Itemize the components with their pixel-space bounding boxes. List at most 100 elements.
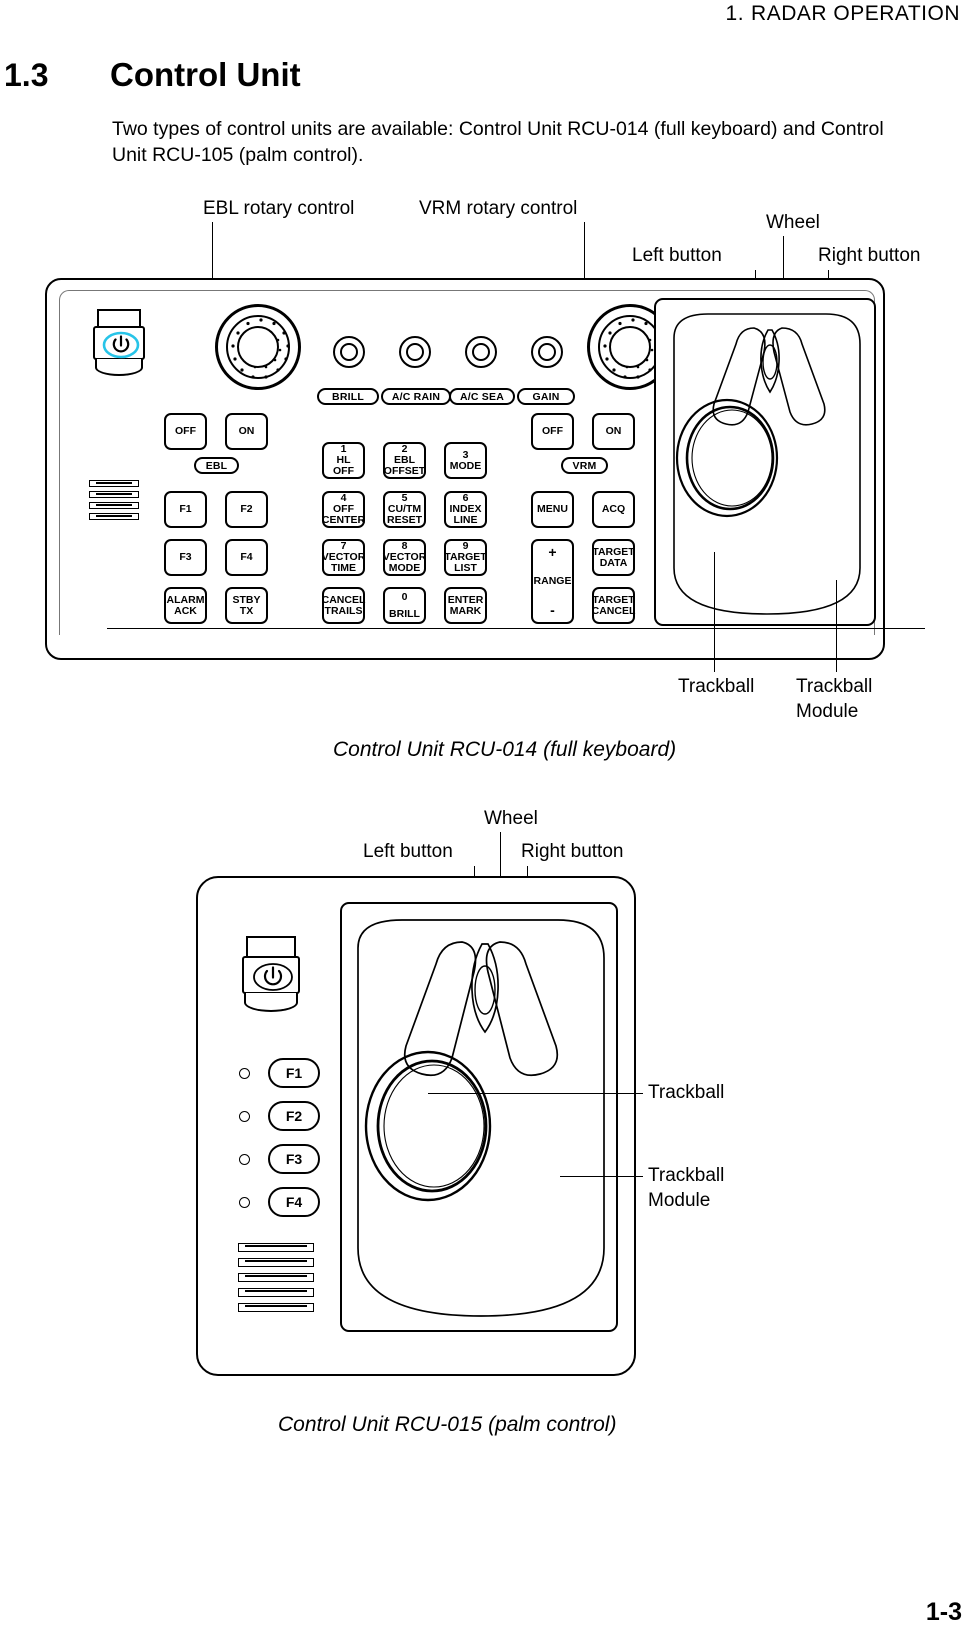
f2-label-fig2: F2: [285, 1108, 303, 1124]
key-6-index-line[interactable]: 6 INDEX LINE: [444, 491, 487, 528]
target-data-line1: TARGET: [592, 545, 635, 558]
key-cancel-trails-line1: CANCEL: [321, 593, 366, 606]
key-3-line1: MODE: [449, 459, 482, 472]
key-cancel-trails-line2: TRAILS: [324, 604, 363, 617]
f2-button[interactable]: F2: [225, 491, 268, 528]
key-3-mode[interactable]: 3 MODE: [444, 442, 487, 479]
section-number: 1.3: [4, 57, 49, 93]
key-8-line2: MODE: [388, 561, 421, 574]
ac-sea-knob[interactable]: [465, 336, 497, 368]
key-0-number: 0: [401, 590, 408, 603]
callout-ebl-rotary: EBL rotary control: [203, 198, 355, 219]
key-5-cutm-reset[interactable]: 5 CU/TM RESET: [383, 491, 426, 528]
f2-button-fig2[interactable]: F2: [268, 1101, 320, 1131]
key-4-line2: CENTER: [321, 513, 366, 526]
key-cancel-trails[interactable]: CANCEL TRAILS: [322, 587, 365, 624]
ac-rain-knob[interactable]: [399, 336, 431, 368]
f1-button-fig2[interactable]: F1: [268, 1058, 320, 1088]
f1-button[interactable]: F1: [164, 491, 207, 528]
menu-button[interactable]: MENU: [531, 491, 574, 528]
key-2-line2: OFFSET: [383, 464, 426, 477]
vrm-on-button[interactable]: ON: [592, 413, 635, 450]
trackball-sphere: [685, 405, 775, 511]
leader-line-trackball-module-fig2: [560, 1176, 643, 1177]
key-9-target-list[interactable]: 9 TARGET LIST: [444, 539, 487, 576]
rcu-014-base-edge: [107, 628, 925, 629]
gain-knob[interactable]: [531, 336, 563, 368]
f4-led: [239, 1197, 250, 1208]
key-enter-mark-line2: MARK: [449, 604, 482, 617]
right-button-shape: [772, 327, 826, 426]
figure2-caption: Control Unit RCU-015 (palm control): [278, 1413, 617, 1436]
key-7-vector-time[interactable]: 7 VECTOR TIME: [322, 539, 365, 576]
key-0-brill[interactable]: 0 BRILL: [383, 587, 426, 624]
leader-line-trackball-fig2: [428, 1093, 643, 1094]
f3-button-fig2[interactable]: F3: [268, 1144, 320, 1174]
callout-wheel: Wheel: [766, 212, 820, 233]
ebl-on-button[interactable]: ON: [225, 413, 268, 450]
gain-label: GAIN: [517, 388, 575, 405]
callout-trackball-module-fig1-line1: Trackball: [796, 676, 873, 697]
f3-label: F3: [179, 551, 192, 564]
trackball-module-fig2: [340, 902, 618, 1332]
key-2-ebl-offset[interactable]: 2 EBL OFFSET: [383, 442, 426, 479]
ebl-rotary-dial[interactable]: [215, 304, 301, 390]
alarm-ack-button[interactable]: ALARM ACK: [164, 587, 207, 624]
stby-tx-button[interactable]: STBY TX: [225, 587, 268, 624]
leader-line-trackball-module-fig1: [836, 580, 837, 672]
range-plus-label: +: [548, 544, 557, 560]
target-data-line2: DATA: [599, 556, 628, 569]
trackball-sphere-fig2: [376, 1059, 488, 1193]
running-head-number: 1.: [725, 2, 745, 25]
callout-vrm-rotary: VRM rotary control: [419, 198, 578, 219]
callout-trackball-fig2: Trackball: [648, 1082, 725, 1103]
callout-trackball-module-fig2-line1: Trackball: [648, 1165, 725, 1186]
key-enter-mark[interactable]: ENTER MARK: [444, 587, 487, 624]
acq-button[interactable]: ACQ: [592, 491, 635, 528]
range-rocker[interactable]: + RANGE -: [531, 539, 574, 624]
key-0-line1: BRILL: [389, 607, 420, 620]
key-4-off-center[interactable]: 4 OFF CENTER: [322, 491, 365, 528]
range-label: RANGE: [533, 575, 572, 588]
power-button-housing[interactable]: [93, 326, 145, 360]
key-1-hl-off[interactable]: 1 HL OFF: [322, 442, 365, 479]
f4-button[interactable]: F4: [225, 539, 268, 576]
key-9-line2: LIST: [454, 561, 477, 574]
callout-left-button-fig2: Left button: [363, 841, 453, 862]
vrm-on-label: ON: [605, 425, 622, 438]
vrm-off-label: OFF: [542, 425, 563, 438]
acq-label: ACQ: [601, 503, 626, 516]
stby-tx-line2: TX: [239, 604, 254, 617]
ac-rain-label: A/C RAIN: [381, 388, 451, 405]
ebl-on-label: ON: [238, 425, 255, 438]
f3-button[interactable]: F3: [164, 539, 207, 576]
callout-trackball-fig1: Trackball: [678, 676, 755, 697]
key-enter-mark-line1: ENTER: [447, 593, 484, 606]
right-button-shape-fig2: [485, 941, 559, 1077]
speaker-grille-fig2: [238, 1243, 314, 1312]
key-8-vector-mode[interactable]: 8 VECTOR MODE: [383, 539, 426, 576]
running-head: 1. RADAR OPERATION: [726, 2, 960, 26]
vrm-off-button[interactable]: OFF: [531, 413, 574, 450]
trackball-module-graphic-fig2: [357, 919, 605, 1317]
ebl-off-button[interactable]: OFF: [164, 413, 207, 450]
f1-led: [239, 1068, 250, 1079]
scroll-wheel-shape-fig2: [471, 943, 499, 1034]
target-cancel-line1: TARGET: [592, 593, 635, 606]
page-number: 1-3: [925, 1598, 962, 1626]
callout-right-button-fig2: Right button: [521, 841, 624, 862]
leader-line-trackball-fig1: [714, 552, 715, 672]
callout-right-button: Right button: [818, 245, 921, 266]
running-head-title: RADAR OPERATION: [751, 2, 960, 25]
alarm-ack-line1: ALARM: [166, 593, 205, 606]
target-cancel-button[interactable]: TARGET CANCEL: [592, 587, 635, 624]
brill-knob[interactable]: [333, 336, 365, 368]
menu-label: MENU: [537, 503, 568, 516]
callout-trackball-module-fig1-line2: Module: [796, 701, 859, 722]
f4-button-fig2[interactable]: F4: [268, 1187, 320, 1217]
target-data-button[interactable]: TARGET DATA: [592, 539, 635, 576]
power-button-housing-fig2[interactable]: [242, 956, 300, 994]
alarm-ack-line2: ACK: [174, 604, 197, 617]
target-cancel-line2: CANCEL: [591, 604, 636, 617]
power-icon: [253, 963, 293, 991]
